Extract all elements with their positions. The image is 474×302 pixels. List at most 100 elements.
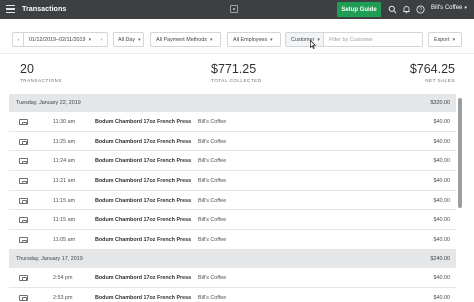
transaction-description: Bodum Chambord 17oz French Press (95, 119, 192, 125)
payment-methods-value: All Payment Methods (156, 36, 207, 43)
search-icon[interactable] (388, 5, 397, 14)
transaction-amount: $40.00 (433, 158, 451, 165)
transaction-time: 2:53 pm (53, 294, 73, 301)
transactions-stat: 20 TRANSACTIONS (20, 62, 62, 84)
square-logo-icon[interactable] (230, 5, 238, 13)
transaction-time: 11:05 am (53, 237, 76, 244)
transaction-location: Bill's Coffee (198, 197, 227, 204)
transaction-amount: $40.00 (433, 138, 451, 145)
customer-filter-input[interactable] (324, 32, 423, 47)
bell-icon[interactable] (402, 5, 411, 14)
svg-text:?: ? (419, 7, 422, 13)
transaction-description: Bodum Chambord 17oz French Press (95, 294, 192, 301)
filter-bar: ‹ 01/12/2019–02/11/2019 ▾ › All Day ▾ All … (0, 19, 474, 54)
group-total: $240.00 (430, 255, 451, 262)
card-payment-icon (19, 274, 28, 281)
payment-methods-dropdown[interactable]: All Payment Methods ▾ (150, 32, 221, 47)
transaction-location: Bill's Coffee (198, 178, 227, 185)
card-payment-icon (19, 138, 28, 145)
net-sales-label: NET SALES (425, 78, 455, 83)
account-name: Bill's Coffee (431, 5, 463, 11)
card-payment-icon (19, 197, 28, 204)
card-payment-icon (19, 237, 28, 244)
total-collected-label: TOTAL COLLECTED (211, 78, 262, 83)
menu-icon[interactable] (6, 5, 15, 14)
transaction-description: Bodum Chambord 17oz French Press (95, 197, 192, 204)
account-menu[interactable]: Bill's Coffee ▾ (431, 5, 467, 11)
card-payment-icon (19, 178, 28, 185)
table-row[interactable]: 11:15 am Bodum Chambord 17oz French Press… (9, 210, 456, 231)
table-row[interactable]: 11:21 am Bodum Chambord 17oz French Press… (9, 171, 456, 191)
transaction-time: 11:15 am (53, 217, 76, 224)
transaction-description: Bodum Chambord 17oz French Press (95, 237, 192, 244)
transactions-count: 20 (20, 62, 34, 76)
summary-stats: 20 TRANSACTIONS $771.25 TOTAL COLLECTED … (0, 55, 474, 93)
table-row[interactable]: 11:15 am Bodum Chambord 17oz French Press… (9, 190, 456, 211)
group-date: Thursday, January 17, 2019 (16, 255, 83, 262)
table-row[interactable]: 11:24 am Bodum Chambord 17oz French Press… (9, 151, 456, 172)
transaction-location: Bill's Coffee (198, 274, 227, 281)
card-payment-icon (19, 158, 28, 165)
transaction-description: Bodum Chambord 17oz French Press (95, 274, 192, 281)
card-payment-icon (19, 217, 28, 224)
group-date: Tuesday, January 22, 2019 (16, 100, 81, 106)
net-sales-value: $764.25 (409, 62, 455, 76)
date-range-picker[interactable]: 01/12/2019–02/11/2019 ▾ (23, 32, 106, 47)
transaction-description: Bodum Chambord 17oz French Press (95, 158, 192, 165)
net-sales-stat: $764.25 NET SALES (409, 62, 455, 84)
transaction-amount: $40.00 (433, 178, 451, 185)
group-total: $320.00 (430, 100, 451, 106)
employees-dropdown[interactable]: All Employees ▾ (227, 32, 281, 47)
scrollbar[interactable] (458, 98, 462, 208)
customer-filter-type-dropdown[interactable]: Customer ▾ (285, 32, 324, 47)
total-collected-value: $771.25 (211, 62, 257, 76)
page-title: Transactions (22, 4, 67, 13)
date-group-header: Thursday, January 17, 2019 $240.00 (9, 249, 456, 268)
chevron-down-icon: ▾ (88, 36, 92, 43)
chevron-down-icon: ▾ (452, 36, 456, 43)
transaction-description: Bodum Chambord 17oz French Press (95, 138, 192, 145)
transaction-description: Bodum Chambord 17oz French Press (95, 178, 192, 185)
employees-value: All Employees (233, 36, 268, 43)
transaction-time: 11:21 am (53, 178, 76, 185)
next-range-button[interactable]: › (96, 32, 108, 47)
transaction-time: 11:30 am (53, 119, 76, 125)
transaction-location: Bill's Coffee (198, 217, 227, 224)
table-row[interactable]: 2:53 pm Bodum Chambord 17oz French Press B… (9, 287, 456, 302)
day-filter-dropdown[interactable]: All Day ▾ (113, 32, 144, 47)
table-row[interactable]: 11:30 am Bodum Chambord 17oz French Press… (9, 112, 456, 132)
transaction-location: Bill's Coffee (198, 119, 227, 125)
transaction-location: Bill's Coffee (198, 158, 227, 165)
transactions-table: Tuesday, January 22, 2019 $320.00 11:30 am… (9, 94, 456, 302)
transaction-location: Bill's Coffee (198, 237, 227, 244)
setup-guide-button[interactable]: Setup Guide (337, 2, 381, 17)
transaction-description: Bodum Chambord 17oz French Press (95, 217, 192, 224)
transaction-time: 11:15 am (53, 197, 76, 204)
mouse-cursor-icon (310, 40, 316, 49)
export-dropdown[interactable]: Export ▾ (428, 32, 462, 47)
transaction-amount: $40.00 (433, 217, 451, 224)
table-row[interactable]: 2:54 pm Bodum Chambord 17oz French Press B… (9, 267, 456, 288)
date-range-value: 01/12/2019–02/11/2019 (29, 36, 86, 43)
transaction-time: 2:54 pm (53, 274, 73, 281)
help-icon[interactable]: ? (416, 5, 425, 14)
day-filter-value: All Day (118, 36, 136, 43)
table-row[interactable]: 11:25 am Bodum Chambord 17oz French Press… (9, 131, 456, 152)
transaction-amount: $40.00 (433, 274, 451, 281)
transaction-location: Bill's Coffee (198, 294, 227, 301)
chevron-down-icon: ▾ (138, 36, 141, 43)
total-collected-stat: $771.25 TOTAL COLLECTED (211, 62, 262, 84)
chevron-left-icon: ‹ (17, 36, 20, 43)
chevron-down-icon: ▾ (317, 36, 320, 43)
transactions-label: TRANSACTIONS (20, 78, 62, 83)
chevron-down-icon: ▾ (270, 36, 273, 43)
table-row[interactable]: 11:05 am Bodum Chambord 17oz French Press… (9, 230, 456, 250)
chevron-down-icon: ▾ (464, 5, 467, 11)
top-navigation-bar: Transactions Setup Guide ? Bill's Coffee… (0, 0, 474, 19)
transaction-time: 11:25 am (53, 138, 76, 145)
transaction-time: 11:24 am (53, 158, 76, 165)
transaction-location: Bill's Coffee (198, 138, 227, 145)
card-payment-icon (19, 119, 28, 125)
chevron-right-icon: › (100, 36, 103, 43)
card-payment-icon (19, 294, 28, 301)
